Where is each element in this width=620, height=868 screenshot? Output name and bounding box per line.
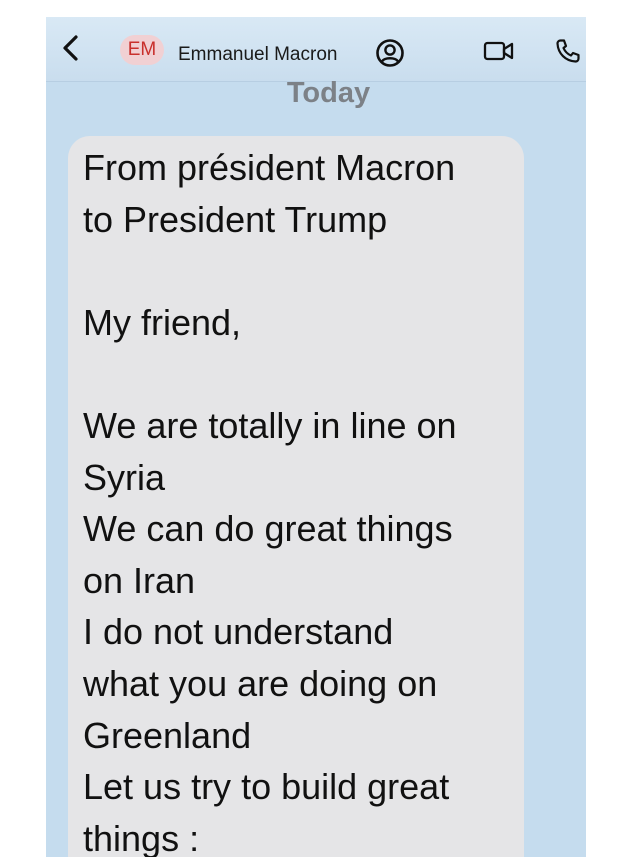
avatar[interactable]: EM xyxy=(120,35,164,65)
contact-info-button[interactable] xyxy=(375,38,405,68)
message-bubble[interactable]: From président Macron to President Trump… xyxy=(68,136,524,857)
date-separator: Today xyxy=(286,77,371,109)
video-call-button[interactable] xyxy=(483,39,515,63)
back-button[interactable] xyxy=(60,35,82,61)
video-camera-icon xyxy=(483,41,514,61)
person-circle-icon xyxy=(376,39,404,67)
message-text: From président Macron to President Trump… xyxy=(83,147,457,857)
contact-name[interactable]: Emmanuel Macron xyxy=(178,44,337,66)
messages-screen: EM Emmanuel Macron Today From président … xyxy=(46,17,586,857)
chevron-left-icon xyxy=(63,35,78,61)
voice-call-button[interactable] xyxy=(554,37,582,65)
conversation-header: EM Emmanuel Macron xyxy=(46,17,586,82)
phone-icon xyxy=(556,39,580,63)
